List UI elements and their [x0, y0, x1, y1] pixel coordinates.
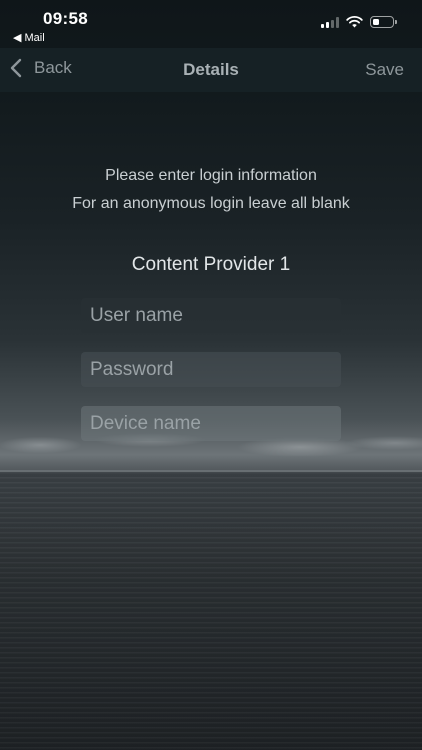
instruction-line-2: For an anonymous login leave all blank: [72, 195, 350, 212]
status-icons: [321, 16, 397, 28]
password-field[interactable]: [81, 352, 341, 387]
battery-icon: [370, 16, 397, 28]
page-title: Details: [183, 60, 239, 79]
navigation-bar: Back Details Save: [0, 48, 422, 92]
status-bar: 09:58 ◀ Mail: [0, 0, 422, 48]
back-to-mail-link[interactable]: ◀ Mail: [13, 31, 45, 44]
signal-icon: [321, 16, 339, 28]
instruction-line-1: Please enter login information: [105, 167, 317, 184]
content-provider-title: Content Provider 1: [131, 254, 291, 275]
sea-background: [0, 472, 422, 750]
login-instructions: Please enter login information For an an…: [0, 162, 422, 218]
device-name-field[interactable]: [81, 406, 341, 441]
battery-level: [372, 18, 379, 25]
status-time: 09:58: [43, 9, 88, 28]
save-button[interactable]: Save: [365, 60, 404, 80]
username-field[interactable]: [81, 298, 341, 333]
login-details-screen: 09:58 ◀ Mail Back Details Save Please en…: [0, 0, 422, 750]
wifi-icon: [346, 16, 363, 28]
